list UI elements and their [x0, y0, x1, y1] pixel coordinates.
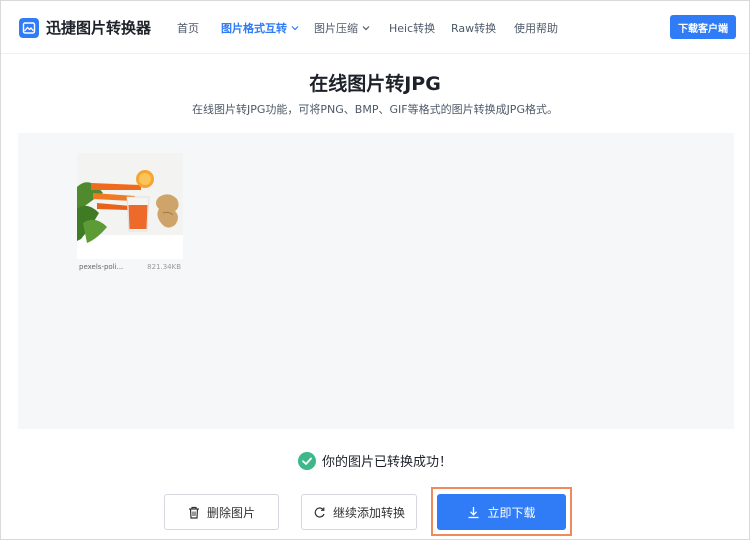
file-size: 821.34KB — [147, 263, 181, 271]
file-workspace: pexels-poli... 821.34KB — [18, 133, 734, 429]
success-message: 你的图片已转换成功！ — [1, 451, 749, 470]
nav-heic[interactable]: Heic转换 — [389, 20, 435, 36]
delete-image-button[interactable]: 删除图片 — [164, 494, 279, 530]
file-thumbnail — [77, 153, 183, 259]
nav-compress-label: 图片压缩 — [314, 22, 358, 35]
brand-name: 迅捷图片转换器 — [46, 19, 152, 37]
check-circle-icon — [297, 451, 316, 470]
delete-image-label: 删除图片 — [206, 505, 255, 520]
file-name: pexels-poli... — [79, 263, 124, 271]
chevron-down-icon — [362, 26, 370, 31]
refresh-icon — [313, 506, 326, 519]
download-now-button[interactable]: 立即下载 — [437, 494, 566, 530]
carrot-juice-photo — [77, 153, 183, 259]
app-window: 迅捷图片转换器 首页 图片格式互转 图片压缩 Heic转换 Raw转换 使用帮助… — [0, 0, 750, 540]
trash-icon — [188, 506, 200, 519]
page-subtitle: 在线图片转JPG功能，可将PNG、BMP、GIF等格式的图片转换成JPG格式。 — [192, 103, 558, 116]
image-logo-icon — [19, 17, 39, 38]
page-title: 在线图片转JPG — [309, 73, 441, 95]
continue-convert-button[interactable]: 继续添加转换 — [301, 494, 417, 530]
file-card[interactable]: pexels-poli... 821.34KB — [77, 153, 183, 293]
nav-format-convert[interactable]: 图片格式互转 — [221, 20, 299, 36]
nav-home[interactable]: 首页 — [177, 20, 199, 36]
brand-logo[interactable]: 迅捷图片转换器 — [19, 17, 151, 38]
download-client-button[interactable]: 下载客户端 — [670, 15, 736, 39]
continue-convert-label: 继续添加转换 — [332, 505, 405, 520]
top-navbar: 迅捷图片转换器 首页 图片格式互转 图片压缩 Heic转换 Raw转换 使用帮助… — [1, 1, 749, 54]
download-now-label: 立即下载 — [487, 505, 536, 520]
nav-raw[interactable]: Raw转换 — [451, 20, 496, 36]
download-icon — [467, 506, 480, 519]
nav-compress[interactable]: 图片压缩 — [314, 20, 370, 36]
nav-help[interactable]: 使用帮助 — [514, 20, 558, 36]
nav-format-convert-label: 图片格式互转 — [221, 22, 287, 35]
success-text: 你的图片已转换成功！ — [321, 455, 452, 470]
chevron-down-icon — [291, 26, 299, 31]
